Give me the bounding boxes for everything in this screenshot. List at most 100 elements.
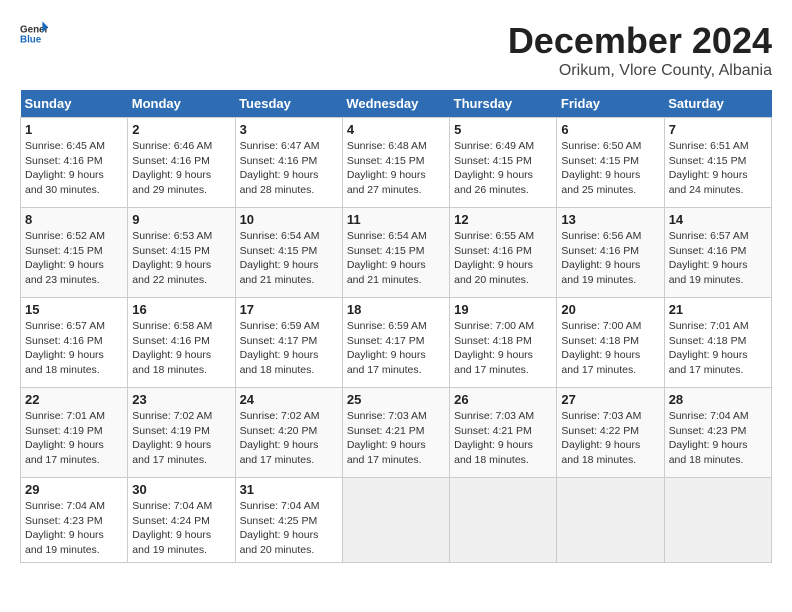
calendar-cell: 30 Sunrise: 7:04 AM Sunset: 4:24 PM Dayl…: [128, 478, 235, 563]
calendar-cell: 8 Sunrise: 6:52 AM Sunset: 4:15 PM Dayli…: [21, 208, 128, 298]
calendar-cell: 24 Sunrise: 7:02 AM Sunset: 4:20 PM Dayl…: [235, 388, 342, 478]
day-number: 27: [561, 392, 659, 407]
calendar-cell: 17 Sunrise: 6:59 AM Sunset: 4:17 PM Dayl…: [235, 298, 342, 388]
day-info: Sunrise: 6:50 AM Sunset: 4:15 PM Dayligh…: [561, 139, 659, 198]
day-number: 3: [240, 122, 338, 137]
day-number: 25: [347, 392, 445, 407]
logo-icon: General Blue: [20, 20, 48, 48]
calendar-cell: 11 Sunrise: 6:54 AM Sunset: 4:15 PM Dayl…: [342, 208, 449, 298]
logo: General Blue: [20, 20, 48, 48]
day-info: Sunrise: 7:03 AM Sunset: 4:22 PM Dayligh…: [561, 409, 659, 468]
day-info: Sunrise: 7:04 AM Sunset: 4:23 PM Dayligh…: [669, 409, 767, 468]
day-info: Sunrise: 7:04 AM Sunset: 4:25 PM Dayligh…: [240, 499, 338, 558]
day-number: 30: [132, 482, 230, 497]
calendar-cell: 9 Sunrise: 6:53 AM Sunset: 4:15 PM Dayli…: [128, 208, 235, 298]
day-number: 9: [132, 212, 230, 227]
svg-text:Blue: Blue: [20, 34, 42, 45]
calendar-cell: 13 Sunrise: 6:56 AM Sunset: 4:16 PM Dayl…: [557, 208, 664, 298]
day-info: Sunrise: 6:58 AM Sunset: 4:16 PM Dayligh…: [132, 319, 230, 378]
calendar-cell: 14 Sunrise: 6:57 AM Sunset: 4:16 PM Dayl…: [664, 208, 771, 298]
day-info: Sunrise: 6:55 AM Sunset: 4:16 PM Dayligh…: [454, 229, 552, 288]
day-number: 11: [347, 212, 445, 227]
calendar-cell: 5 Sunrise: 6:49 AM Sunset: 4:15 PM Dayli…: [450, 118, 557, 208]
calendar-cell: 26 Sunrise: 7:03 AM Sunset: 4:21 PM Dayl…: [450, 388, 557, 478]
weekday-header-row: SundayMondayTuesdayWednesdayThursdayFrid…: [21, 90, 772, 118]
weekday-header-saturday: Saturday: [664, 90, 771, 118]
calendar-cell: 21 Sunrise: 7:01 AM Sunset: 4:18 PM Dayl…: [664, 298, 771, 388]
calendar-cell: 16 Sunrise: 6:58 AM Sunset: 4:16 PM Dayl…: [128, 298, 235, 388]
calendar-table: SundayMondayTuesdayWednesdayThursdayFrid…: [20, 90, 772, 563]
day-info: Sunrise: 6:54 AM Sunset: 4:15 PM Dayligh…: [240, 229, 338, 288]
calendar-cell: 10 Sunrise: 6:54 AM Sunset: 4:15 PM Dayl…: [235, 208, 342, 298]
day-info: Sunrise: 7:02 AM Sunset: 4:19 PM Dayligh…: [132, 409, 230, 468]
calendar-cell: 25 Sunrise: 7:03 AM Sunset: 4:21 PM Dayl…: [342, 388, 449, 478]
day-number: 16: [132, 302, 230, 317]
day-info: Sunrise: 7:03 AM Sunset: 4:21 PM Dayligh…: [454, 409, 552, 468]
day-info: Sunrise: 6:45 AM Sunset: 4:16 PM Dayligh…: [25, 139, 123, 198]
day-info: Sunrise: 7:01 AM Sunset: 4:18 PM Dayligh…: [669, 319, 767, 378]
weekday-header-friday: Friday: [557, 90, 664, 118]
day-number: 13: [561, 212, 659, 227]
day-number: 21: [669, 302, 767, 317]
day-info: Sunrise: 6:57 AM Sunset: 4:16 PM Dayligh…: [669, 229, 767, 288]
day-number: 2: [132, 122, 230, 137]
day-info: Sunrise: 6:56 AM Sunset: 4:16 PM Dayligh…: [561, 229, 659, 288]
day-number: 22: [25, 392, 123, 407]
day-info: Sunrise: 6:59 AM Sunset: 4:17 PM Dayligh…: [240, 319, 338, 378]
weekday-header-sunday: Sunday: [21, 90, 128, 118]
location: Orikum, Vlore County, Albania: [508, 62, 772, 80]
day-number: 7: [669, 122, 767, 137]
day-number: 5: [454, 122, 552, 137]
day-number: 14: [669, 212, 767, 227]
weekday-header-tuesday: Tuesday: [235, 90, 342, 118]
calendar-week-1: 1 Sunrise: 6:45 AM Sunset: 4:16 PM Dayli…: [21, 118, 772, 208]
day-info: Sunrise: 7:03 AM Sunset: 4:21 PM Dayligh…: [347, 409, 445, 468]
calendar-cell: [664, 478, 771, 563]
day-info: Sunrise: 7:04 AM Sunset: 4:23 PM Dayligh…: [25, 499, 123, 558]
day-number: 1: [25, 122, 123, 137]
day-info: Sunrise: 6:59 AM Sunset: 4:17 PM Dayligh…: [347, 319, 445, 378]
calendar-cell: 20 Sunrise: 7:00 AM Sunset: 4:18 PM Dayl…: [557, 298, 664, 388]
weekday-header-monday: Monday: [128, 90, 235, 118]
day-number: 6: [561, 122, 659, 137]
calendar-cell: 4 Sunrise: 6:48 AM Sunset: 4:15 PM Dayli…: [342, 118, 449, 208]
day-number: 4: [347, 122, 445, 137]
day-info: Sunrise: 6:47 AM Sunset: 4:16 PM Dayligh…: [240, 139, 338, 198]
day-number: 17: [240, 302, 338, 317]
day-number: 15: [25, 302, 123, 317]
weekday-header-thursday: Thursday: [450, 90, 557, 118]
page-header: General Blue December 2024 Orikum, Vlore…: [20, 20, 772, 80]
day-number: 24: [240, 392, 338, 407]
day-info: Sunrise: 6:46 AM Sunset: 4:16 PM Dayligh…: [132, 139, 230, 198]
calendar-week-4: 22 Sunrise: 7:01 AM Sunset: 4:19 PM Dayl…: [21, 388, 772, 478]
day-info: Sunrise: 7:01 AM Sunset: 4:19 PM Dayligh…: [25, 409, 123, 468]
calendar-cell: 18 Sunrise: 6:59 AM Sunset: 4:17 PM Dayl…: [342, 298, 449, 388]
calendar-cell: 12 Sunrise: 6:55 AM Sunset: 4:16 PM Dayl…: [450, 208, 557, 298]
day-info: Sunrise: 6:51 AM Sunset: 4:15 PM Dayligh…: [669, 139, 767, 198]
day-info: Sunrise: 7:02 AM Sunset: 4:20 PM Dayligh…: [240, 409, 338, 468]
day-number: 8: [25, 212, 123, 227]
day-info: Sunrise: 7:00 AM Sunset: 4:18 PM Dayligh…: [454, 319, 552, 378]
day-number: 20: [561, 302, 659, 317]
calendar-cell: 22 Sunrise: 7:01 AM Sunset: 4:19 PM Dayl…: [21, 388, 128, 478]
calendar-cell: 23 Sunrise: 7:02 AM Sunset: 4:19 PM Dayl…: [128, 388, 235, 478]
calendar-cell: 2 Sunrise: 6:46 AM Sunset: 4:16 PM Dayli…: [128, 118, 235, 208]
calendar-cell: 29 Sunrise: 7:04 AM Sunset: 4:23 PM Dayl…: [21, 478, 128, 563]
day-info: Sunrise: 6:57 AM Sunset: 4:16 PM Dayligh…: [25, 319, 123, 378]
day-info: Sunrise: 6:54 AM Sunset: 4:15 PM Dayligh…: [347, 229, 445, 288]
day-info: Sunrise: 6:48 AM Sunset: 4:15 PM Dayligh…: [347, 139, 445, 198]
calendar-cell: [450, 478, 557, 563]
month-title: December 2024: [508, 20, 772, 62]
calendar-cell: 15 Sunrise: 6:57 AM Sunset: 4:16 PM Dayl…: [21, 298, 128, 388]
day-info: Sunrise: 6:53 AM Sunset: 4:15 PM Dayligh…: [132, 229, 230, 288]
calendar-cell: 1 Sunrise: 6:45 AM Sunset: 4:16 PM Dayli…: [21, 118, 128, 208]
day-info: Sunrise: 7:00 AM Sunset: 4:18 PM Dayligh…: [561, 319, 659, 378]
day-number: 29: [25, 482, 123, 497]
calendar-cell: 3 Sunrise: 6:47 AM Sunset: 4:16 PM Dayli…: [235, 118, 342, 208]
title-section: December 2024 Orikum, Vlore County, Alba…: [508, 20, 772, 80]
day-number: 19: [454, 302, 552, 317]
calendar-cell: 28 Sunrise: 7:04 AM Sunset: 4:23 PM Dayl…: [664, 388, 771, 478]
day-number: 10: [240, 212, 338, 227]
day-info: Sunrise: 7:04 AM Sunset: 4:24 PM Dayligh…: [132, 499, 230, 558]
calendar-cell: 6 Sunrise: 6:50 AM Sunset: 4:15 PM Dayli…: [557, 118, 664, 208]
